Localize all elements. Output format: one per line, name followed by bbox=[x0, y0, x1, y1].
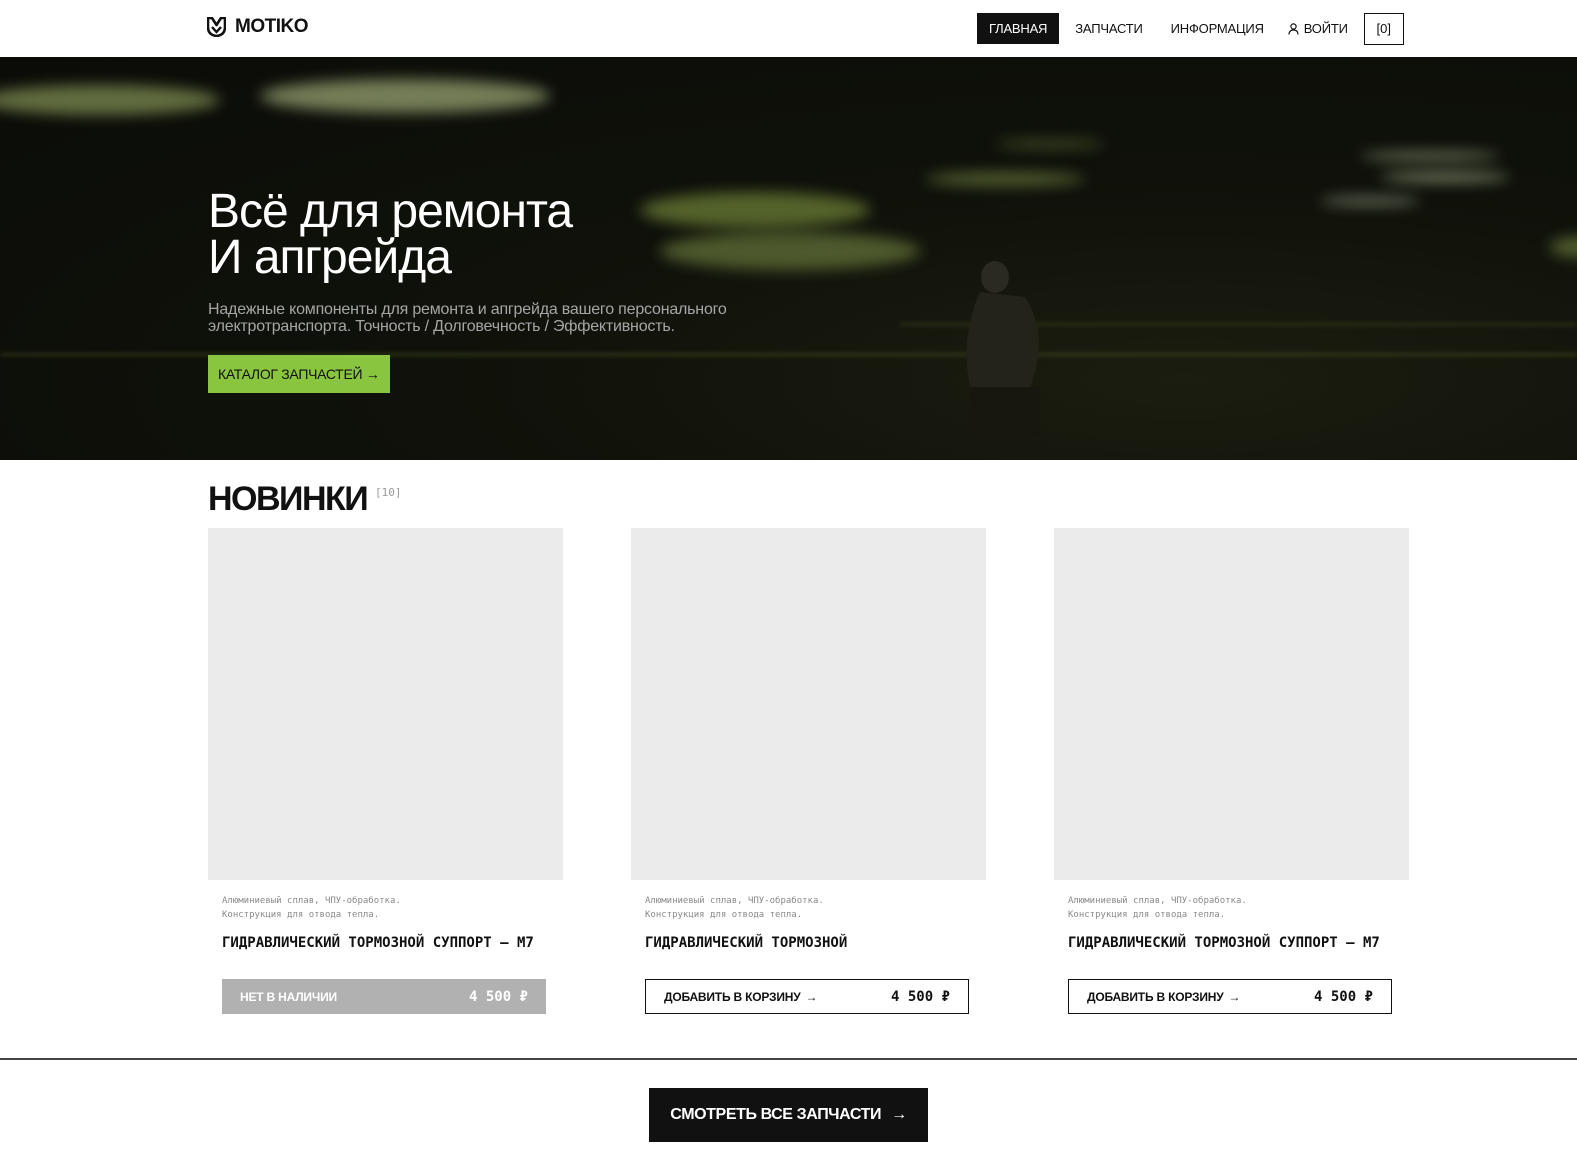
light-streak bbox=[1380, 172, 1510, 182]
light-streak bbox=[1320, 197, 1420, 205]
site-header: MOTIKO ГЛАВНАЯ ЗАПЧАСТИ ИНФОРМАЦИЯ ВОЙТИ… bbox=[0, 0, 1577, 57]
light-streak bbox=[640, 192, 870, 228]
out-of-stock-button: НЕТ В НАЛИЧИИ 4 500 ₽ bbox=[222, 979, 546, 1014]
nav-item-parts[interactable]: ЗАПЧАСТИ bbox=[1063, 13, 1154, 44]
light-streak bbox=[660, 232, 920, 270]
product-name[interactable]: ГИДРАВЛИЧЕСКИЙ ТОРМОЗНОЙ bbox=[645, 936, 972, 966]
product-description: Алюминиевый сплав, ЧПУ-обработка. Констр… bbox=[1068, 894, 1395, 922]
action-label-text: ДОБАВИТЬ В КОРЗИНУ bbox=[664, 989, 801, 1004]
light-streak bbox=[925, 172, 1085, 186]
nav-item-home[interactable]: ГЛАВНАЯ bbox=[977, 13, 1060, 44]
product-desc-line: Алюминиевый сплав, ЧПУ-обработка. bbox=[222, 896, 401, 906]
section-title-new: НОВИНКИ bbox=[208, 480, 369, 518]
product-image-placeholder[interactable] bbox=[1054, 528, 1409, 880]
add-to-cart-button[interactable]: ДОБАВИТЬ В КОРЗИНУ → 4 500 ₽ bbox=[645, 979, 969, 1014]
product-desc-line: Конструкция для отвода тепла. bbox=[1068, 910, 1226, 920]
arrow-right-icon: → bbox=[891, 1106, 907, 1123]
hero-banner: Всё для ремонта И апгрейда Надежные комп… bbox=[0, 57, 1577, 460]
cart-button[interactable]: [0] bbox=[1363, 12, 1404, 45]
product-desc-line: Алюминиевый сплав, ЧПУ-обработка. bbox=[645, 896, 824, 906]
moto-logo-icon bbox=[207, 17, 226, 37]
light-streak bbox=[0, 85, 220, 115]
product-description: Алюминиевый сплав, ЧПУ-обработка. Констр… bbox=[222, 894, 549, 922]
product-image-placeholder[interactable] bbox=[631, 528, 986, 880]
product-desc-line: Алюминиевый сплав, ЧПУ-обработка. bbox=[1068, 896, 1247, 906]
product-desc-line: Конструкция для отвода тепла. bbox=[222, 910, 380, 920]
product-price: 4 500 ₽ bbox=[468, 988, 528, 1005]
section-divider bbox=[0, 1058, 1577, 1060]
arrow-right-icon: → bbox=[805, 989, 818, 1004]
product-description: Алюминиевый сплав, ЧПУ-обработка. Констр… bbox=[645, 894, 972, 922]
hero-title-line2: И апгрейда bbox=[208, 231, 452, 284]
product-image-placeholder[interactable] bbox=[208, 528, 563, 880]
view-all-label: СМОТРЕТЬ ВСЕ ЗАПЧАСТИ bbox=[670, 1106, 882, 1123]
product-card: Алюминиевый сплав, ЧПУ-обработка. Констр… bbox=[208, 528, 563, 1014]
action-label: ДОБАВИТЬ В КОРЗИНУ → bbox=[1087, 990, 1240, 1004]
product-price: 4 500 ₽ bbox=[1313, 988, 1373, 1005]
product-name[interactable]: ГИДРАВЛИЧЕСКИЙ ТОРМОЗНОЙ СУППОРТ – M7 bbox=[222, 936, 549, 966]
product-card: Алюминиевый сплав, ЧПУ-обработка. Констр… bbox=[1054, 528, 1409, 1014]
light-streak bbox=[260, 79, 550, 113]
product-name[interactable]: ГИДРАВЛИЧЕСКИЙ ТОРМОЗНОЙ СУППОРТ – M7 bbox=[1068, 936, 1395, 966]
action-label: НЕТ В НАЛИЧИИ bbox=[240, 989, 337, 1004]
rider-silhouette bbox=[966, 261, 1040, 437]
catalog-button[interactable]: КАТАЛОГ ЗАПЧАСТЕЙ → bbox=[208, 355, 390, 393]
logo-text: MOTIKO bbox=[235, 16, 309, 37]
user-icon bbox=[1288, 22, 1299, 35]
main-nav: ГЛАВНАЯ ЗАПЧАСТИ ИНФОРМАЦИЯ ВОЙТИ [0] bbox=[977, 12, 1404, 45]
light-streak bbox=[1360, 152, 1500, 160]
login-label: ВОЙТИ bbox=[1303, 21, 1348, 36]
hero-title: Всё для ремонта И апгрейда bbox=[208, 185, 573, 284]
hero-subtitle: Надежные компоненты для ремонта и апгрей… bbox=[208, 301, 727, 335]
nav-item-info[interactable]: ИНФОРМАЦИЯ bbox=[1159, 13, 1276, 44]
add-to-cart-button[interactable]: ДОБАВИТЬ В КОРЗИНУ → 4 500 ₽ bbox=[1068, 979, 1392, 1014]
hero-title-line1: Всё для ремонта bbox=[208, 185, 573, 238]
action-label-text: ДОБАВИТЬ В КОРЗИНУ bbox=[1087, 989, 1224, 1004]
login-button[interactable]: ВОЙТИ bbox=[1276, 13, 1360, 44]
product-desc-line: Конструкция для отвода тепла. bbox=[645, 910, 803, 920]
arrow-right-icon: → bbox=[1228, 989, 1241, 1004]
section-count: [10] bbox=[375, 486, 402, 499]
product-price: 4 500 ₽ bbox=[890, 988, 950, 1005]
logo[interactable]: MOTIKO bbox=[207, 16, 309, 38]
product-card: Алюминиевый сплав, ЧПУ-обработка. Констр… bbox=[631, 528, 986, 1014]
view-all-parts-button[interactable]: СМОТРЕТЬ ВСЕ ЗАПЧАСТИ → bbox=[649, 1088, 928, 1142]
action-label: ДОБАВИТЬ В КОРЗИНУ → bbox=[664, 990, 817, 1004]
light-streak bbox=[1550, 237, 1577, 257]
light-streak bbox=[995, 139, 1105, 149]
